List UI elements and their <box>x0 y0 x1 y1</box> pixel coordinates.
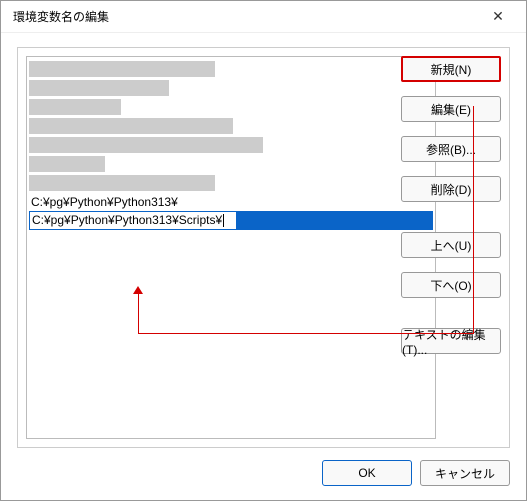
close-icon[interactable]: ✕ <box>478 3 518 31</box>
list-item[interactable] <box>29 156 105 172</box>
list-item-editing[interactable]: C:¥pg¥Python¥Python313¥Scripts¥ <box>29 211 433 230</box>
edit-button[interactable]: 編集(E) <box>401 96 501 122</box>
delete-button[interactable]: 削除(D) <box>401 176 501 202</box>
list-item[interactable] <box>29 99 121 115</box>
client-area: C:¥pg¥Python¥Python313¥C:¥pg¥Python¥Pyth… <box>1 33 526 500</box>
browse-button[interactable]: 参照(B)... <box>401 136 501 162</box>
list-item[interactable]: C:¥pg¥Python¥Python313¥ <box>29 194 433 211</box>
content-frame: C:¥pg¥Python¥Python313¥C:¥pg¥Python¥Pyth… <box>17 47 510 448</box>
list-item[interactable] <box>29 118 233 134</box>
path-edit-input[interactable]: C:¥pg¥Python¥Python313¥Scripts¥ <box>29 211 237 230</box>
side-buttons: 新規(N) 編集(E) 参照(B)... 削除(D) 上へ(U) 下へ(O) テ… <box>401 56 501 354</box>
path-list[interactable]: C:¥pg¥Python¥Python313¥C:¥pg¥Python¥Pyth… <box>26 56 436 439</box>
new-button[interactable]: 新規(N) <box>401 56 501 82</box>
text-caret-icon <box>223 214 224 227</box>
list-item[interactable] <box>29 61 215 77</box>
list-item[interactable] <box>29 80 169 96</box>
ok-button[interactable]: OK <box>322 460 412 486</box>
move-down-button[interactable]: 下へ(O) <box>401 272 501 298</box>
titlebar: 環境変数名の編集 ✕ <box>1 1 526 33</box>
list-item[interactable] <box>29 175 215 191</box>
move-up-button[interactable]: 上へ(U) <box>401 232 501 258</box>
footer-buttons: OK キャンセル <box>322 460 510 486</box>
dialog-window: 環境変数名の編集 ✕ C:¥pg¥Python¥Python313¥C:¥pg¥… <box>0 0 527 501</box>
edit-text-button[interactable]: テキストの編集(T)... <box>401 328 501 354</box>
list-item[interactable] <box>29 137 263 153</box>
dialog-title: 環境変数名の編集 <box>13 8 478 25</box>
cancel-button[interactable]: キャンセル <box>420 460 510 486</box>
